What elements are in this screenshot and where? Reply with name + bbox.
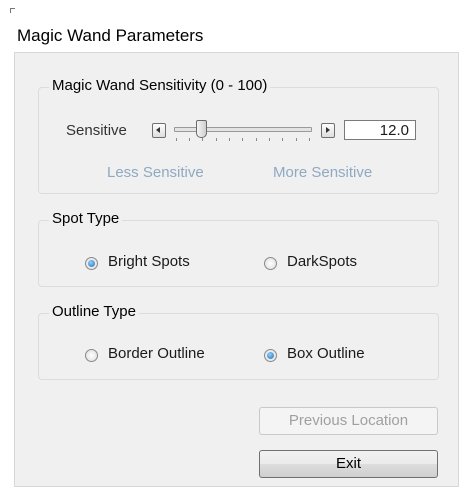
border-outline-label[interactable]: Border Outline (108, 345, 205, 362)
slider-tick (242, 138, 243, 141)
slider-tick (202, 138, 203, 141)
arrow-left-icon (156, 127, 160, 133)
box-outline-label[interactable]: Box Outline (287, 345, 365, 362)
more-sensitive-caption: More Sensitive (273, 164, 373, 181)
slider-tick (296, 138, 297, 141)
dialog-client-area: Magic Wand Sensitivity (0 - 100) Sensiti… (14, 52, 459, 487)
sensitivity-value-field[interactable]: 12.0 (344, 120, 416, 140)
sensitivity-slider-thumb[interactable] (196, 120, 207, 138)
outline-type-group: Outline Type Border Outline Box Outline (38, 303, 439, 380)
slider-tick (309, 138, 310, 141)
box-outline-radio[interactable] (264, 349, 277, 362)
dark-spots-radio[interactable] (264, 257, 277, 270)
bright-spots-radio[interactable] (85, 257, 98, 270)
window-corner-mark (10, 8, 15, 13)
slider-decrease-button[interactable] (152, 123, 166, 138)
sensitivity-slider-track[interactable] (174, 127, 312, 132)
arrow-right-icon (326, 127, 330, 133)
border-outline-radio[interactable] (85, 349, 98, 362)
less-sensitive-caption: Less Sensitive (107, 164, 204, 181)
slider-tick (269, 138, 270, 141)
slider-increase-button[interactable] (321, 123, 335, 138)
previous-location-button[interactable]: Previous Location (259, 407, 438, 435)
spot-type-group-title: Spot Type (49, 210, 123, 227)
sensitivity-group-title: Magic Wand Sensitivity (0 - 100) (49, 77, 271, 94)
slider-tick (282, 138, 283, 141)
spot-type-group: Spot Type Bright Spots DarkSpots (38, 210, 439, 287)
slider-tick (256, 138, 257, 141)
outline-type-group-title: Outline Type (49, 303, 139, 320)
bright-spots-label[interactable]: Bright Spots (108, 253, 190, 270)
title-bar: Magic Wand Parameters (4, 4, 463, 52)
slider-tick (216, 138, 217, 141)
slider-tick (176, 138, 177, 141)
window-title: Magic Wand Parameters (17, 26, 204, 45)
sensitive-label: Sensitive (66, 122, 127, 139)
exit-button[interactable]: Exit (259, 450, 438, 478)
dark-spots-label[interactable]: DarkSpots (287, 253, 357, 270)
slider-tick (229, 138, 230, 141)
sensitivity-group: Magic Wand Sensitivity (0 - 100) Sensiti… (38, 77, 439, 194)
slider-tick (189, 138, 190, 141)
